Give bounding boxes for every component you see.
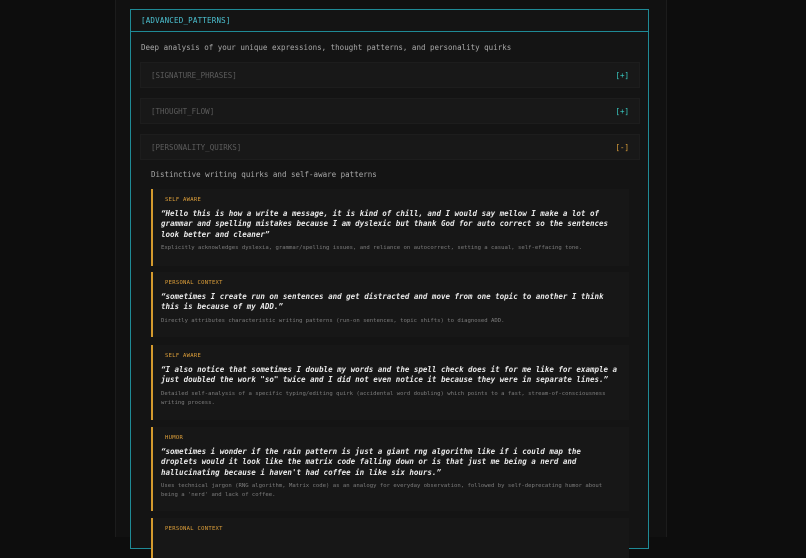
panel-description: Deep analysis of your unique expressions… <box>141 43 512 52</box>
quirks-description: Distinctive writing quirks and self-awar… <box>151 170 377 179</box>
expand-toggle[interactable]: [+] <box>615 107 629 116</box>
expand-toggle[interactable]: [+] <box>615 71 629 80</box>
quirk-tag: SELF AWARE <box>165 197 202 203</box>
quirk-tag: PERSONAL CONTEXT <box>165 526 223 532</box>
section-label: [SIGNATURE_PHRASES] <box>151 70 237 80</box>
panel-title: [ADVANCED_PATTERNS] <box>141 16 231 25</box>
quirk-quote: “Hello this is how a write a message, it… <box>161 209 609 239</box>
section-personality-quirks[interactable]: [PERSONALITY_QUIRKS] [-] <box>140 134 640 160</box>
advanced-patterns-panel: [ADVANCED_PATTERNS] Deep analysis of you… <box>130 9 649 558</box>
quirk-quote: “sometimes i wonder if the rain pattern … <box>161 447 581 477</box>
quirk-quote: “I also notice that sometimes I double m… <box>161 365 618 385</box>
quirk-card: HUMOR “sometimes i wonder if the rain pa… <box>151 427 629 511</box>
collapse-toggle[interactable]: [-] <box>615 143 629 152</box>
section-thought-flow[interactable]: [THOUGHT_FLOW] [+] <box>140 98 640 124</box>
quirk-card: SELF AWARE “Hello this is how a write a … <box>151 189 629 266</box>
quirk-note: Directly attributes characteristic writi… <box>161 317 505 324</box>
quirk-card: SELF AWARE “I also notice that sometimes… <box>151 345 629 420</box>
panel-header: [ADVANCED_PATTERNS] <box>131 10 648 32</box>
quirk-note: Uses technical jargon (RNG algorithm, Ma… <box>161 482 603 499</box>
quirk-tag: SELF AWARE <box>165 353 202 359</box>
quirk-tag: HUMOR <box>165 435 184 441</box>
quirk-tag: PERSONAL CONTEXT <box>165 280 223 286</box>
section-signature-phrases[interactable]: [SIGNATURE_PHRASES] [+] <box>140 62 640 88</box>
quirk-card: PERSONAL CONTEXT <box>151 518 629 558</box>
quirk-note: Explicitly acknowledges dyslexia, gramma… <box>161 244 582 251</box>
quirk-card: PERSONAL CONTEXT “sometimes I create run… <box>151 272 629 337</box>
quirk-quote: “sometimes I create run on sentences and… <box>161 292 604 312</box>
section-label: [PERSONALITY_QUIRKS] <box>151 142 242 152</box>
section-label: [THOUGHT_FLOW] <box>151 106 215 116</box>
quirk-note: Detailed self-analysis of a specific typ… <box>161 390 606 407</box>
